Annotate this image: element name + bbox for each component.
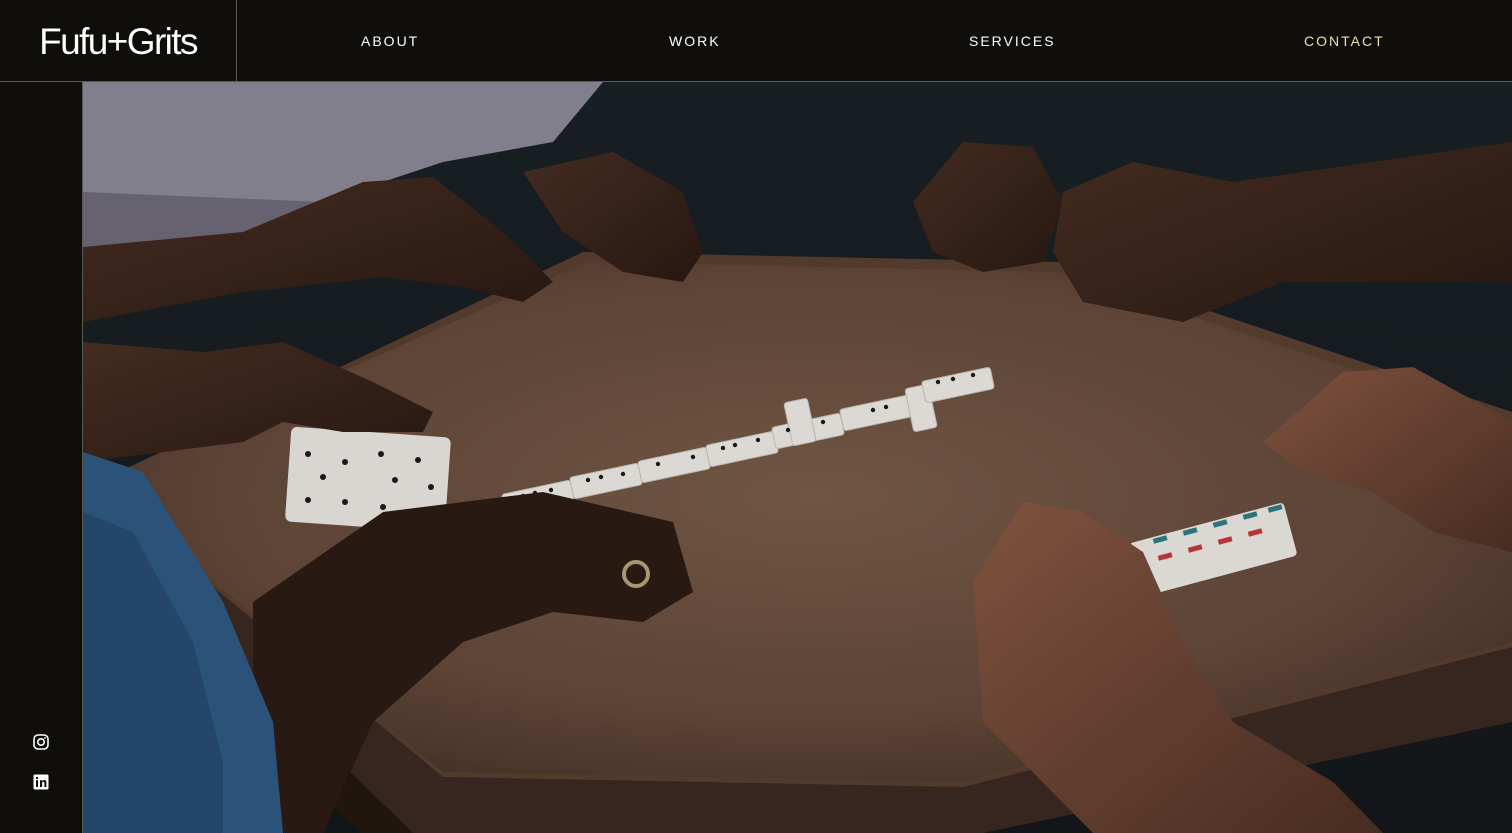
page: Fufu+Grits ABOUT WORK SERVICES CONTACT (0, 0, 1512, 833)
instagram-link[interactable] (32, 733, 50, 751)
nav-services[interactable]: SERVICES (969, 0, 1056, 82)
nav-work[interactable]: WORK (669, 0, 721, 82)
dominoes-photo (83, 82, 1512, 833)
hero-image (83, 82, 1512, 833)
brand-logo: Fufu+Grits (39, 20, 198, 62)
logo-link[interactable]: Fufu+Grits (0, 0, 237, 82)
site-header: Fufu+Grits ABOUT WORK SERVICES CONTACT (0, 0, 1512, 82)
linkedin-link[interactable] (32, 773, 50, 791)
linkedin-icon (33, 774, 49, 790)
instagram-icon (33, 734, 49, 750)
nav-contact[interactable]: CONTACT (1304, 0, 1385, 82)
nav-about[interactable]: ABOUT (361, 0, 419, 82)
left-sidebar (0, 82, 83, 833)
